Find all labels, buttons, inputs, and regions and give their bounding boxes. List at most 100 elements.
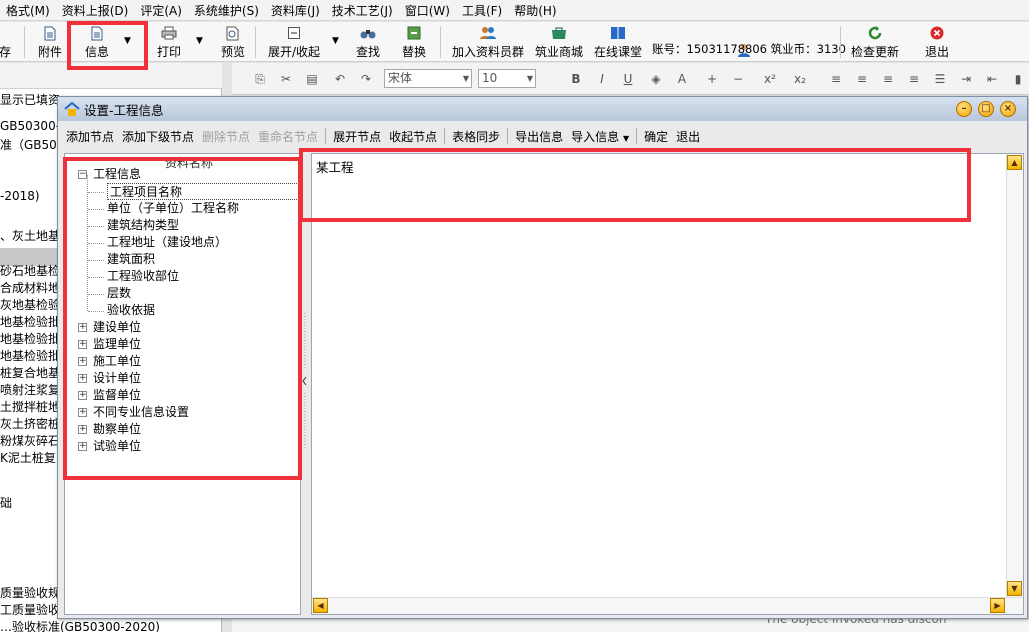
indent-icon[interactable]: ⇥ — [958, 71, 974, 87]
left-pane-row[interactable]: 准（GB5030 — [0, 136, 60, 153]
align-left-icon[interactable]: ≡ — [828, 71, 844, 87]
font-color-icon[interactable]: A — [674, 71, 690, 87]
expand-collapse-label: 展开/收起 — [267, 45, 321, 59]
more-icon[interactable]: ▮ — [1010, 71, 1026, 87]
left-pane-row[interactable]: GB50300- — [0, 119, 60, 133]
print-dropdown-icon[interactable]: ▼ — [196, 36, 203, 46]
superscript-icon[interactable]: x² — [762, 71, 778, 87]
confirm-button[interactable]: 确定 — [640, 128, 672, 145]
menu-report[interactable]: 资料上报(D) — [56, 2, 135, 19]
left-pane-row[interactable]: 础 — [0, 494, 60, 511]
expand-collapse-button[interactable]: 展开/收起 — [266, 24, 322, 60]
attach-button[interactable]: 附件 — [36, 24, 64, 60]
replace-button[interactable]: 替换 — [401, 24, 427, 60]
cut-icon[interactable]: ✂ — [278, 71, 294, 87]
delete-node-button[interactable]: 删除节点 — [198, 128, 254, 145]
justify-icon[interactable]: ≡ — [906, 71, 922, 87]
left-pane-row[interactable]: 地基检验批 — [0, 313, 60, 330]
vertical-scrollbar[interactable]: ▲ ▼ — [1006, 154, 1023, 597]
export-info-button[interactable]: 导出信息 — [511, 128, 567, 145]
left-pane-row[interactable]: -2018) — [0, 189, 60, 203]
save-button[interactable]: 存 — [0, 24, 11, 60]
zoom-out-icon[interactable]: − — [730, 71, 746, 87]
preview-label: 预览 — [220, 45, 245, 59]
underline-icon[interactable]: U — [620, 71, 636, 87]
bold-icon[interactable]: B — [568, 71, 584, 87]
horizontal-scrollbar[interactable]: ◀ ▶ — [312, 597, 1023, 614]
align-center-icon[interactable]: ≡ — [854, 71, 870, 87]
left-pane-row[interactable]: …验收标准(GB50300-2020) — [0, 618, 200, 632]
find-button[interactable]: 查找 — [355, 24, 381, 60]
left-pane-row[interactable]: 显示已填资 — [0, 91, 60, 108]
menu-library[interactable]: 资料库(J) — [265, 2, 326, 19]
left-pane-row[interactable]: 合成材料地 — [0, 279, 60, 296]
check-update-button[interactable]: 检查更新 — [850, 24, 900, 60]
rename-node-button[interactable]: 重命名节点 — [254, 128, 322, 145]
italic-icon[interactable]: I — [594, 71, 610, 87]
import-info-button[interactable]: 导入信息 ▼ — [567, 128, 633, 145]
menu-window[interactable]: 窗口(W) — [399, 2, 456, 19]
collapse-node-button[interactable]: 收起节点 — [385, 128, 441, 145]
add-node-button[interactable]: 添加节点 — [62, 128, 118, 145]
chevron-down-icon: ▼ — [622, 133, 630, 143]
left-pane-row[interactable]: 喷射注浆复 — [0, 381, 60, 398]
fill-color-icon[interactable]: ◈ — [648, 71, 664, 87]
online-class-button[interactable]: 在线课堂 — [593, 24, 643, 60]
mall-button[interactable]: 筑业商城 — [534, 24, 584, 60]
copy-icon[interactable]: ⎘ — [252, 71, 268, 87]
outdent-icon[interactable]: ⇤ — [984, 71, 1000, 87]
list-icon[interactable]: ☰ — [932, 71, 948, 87]
left-pane-row[interactable]: 工质量验收 — [0, 601, 60, 618]
left-pane-row[interactable]: 地基检验批 — [0, 347, 60, 364]
chevron-down-icon: ▼ — [462, 74, 469, 83]
menu-format[interactable]: 格式(M) — [0, 2, 56, 19]
add-child-node-button[interactable]: 添加下级节点 — [118, 128, 198, 145]
dialog-exit-button[interactable]: 退出 — [672, 128, 704, 145]
minimize-icon[interactable]: – — [956, 101, 972, 117]
left-pane-row[interactable]: 砂石地基检 — [0, 262, 60, 279]
left-pane-row[interactable]: 地基检验批 — [0, 330, 60, 347]
subscript-icon[interactable]: x₂ — [792, 71, 808, 87]
left-pane-row[interactable]: 粉煤灰碎石 — [0, 432, 60, 449]
left-pane-row[interactable]: 质量验收规 — [0, 584, 60, 601]
print-button[interactable]: 打印 — [156, 24, 182, 60]
undo-icon[interactable]: ↶ — [332, 71, 348, 87]
table-sync-button[interactable]: 表格同步 — [448, 128, 504, 145]
scroll-right-icon[interactable]: ▶ — [990, 598, 1005, 613]
left-pane-row[interactable]: K泥土桩复 — [0, 449, 60, 466]
close-icon[interactable]: × — [1000, 101, 1016, 117]
mall-label: 筑业商城 — [534, 45, 583, 59]
scroll-up-icon[interactable]: ▲ — [1007, 155, 1022, 170]
highlight-editor — [299, 148, 971, 222]
left-pane-row[interactable]: 灰地基检验 — [0, 296, 60, 313]
join-group-label: 加入资料员群 — [451, 45, 524, 59]
join-group-button[interactable]: 加入资料员群 — [451, 24, 525, 60]
menu-evaluate[interactable]: 评定(A) — [134, 2, 188, 19]
expand-node-button[interactable]: 展开节点 — [329, 128, 385, 145]
menu-help[interactable]: 帮助(H) — [508, 2, 562, 19]
toolbar-separator — [24, 26, 25, 58]
replace-label: 替换 — [401, 45, 426, 59]
scroll-down-icon[interactable]: ▼ — [1007, 581, 1022, 596]
expand-dropdown-icon[interactable]: ▼ — [332, 36, 339, 46]
node-value-editor[interactable]: 某工程 ▲ ▼ ◀ ▶ — [311, 153, 1024, 615]
font-select[interactable]: 宋体 ▼ — [384, 69, 472, 88]
left-pane-row[interactable]: 灰土挤密桩 — [0, 415, 60, 432]
left-pane-row[interactable]: 、灰土地基 — [0, 227, 60, 244]
zoom-in-icon[interactable]: + — [704, 71, 720, 87]
align-right-icon[interactable]: ≡ — [880, 71, 896, 87]
menu-tools[interactable]: 工具(F) — [456, 2, 508, 19]
menu-technique[interactable]: 技术工艺(J) — [326, 2, 399, 19]
preview-button[interactable]: 预览 — [220, 24, 246, 60]
scroll-left-icon[interactable]: ◀ — [313, 598, 328, 613]
maximize-icon[interactable]: □ — [978, 101, 994, 117]
left-pane-row[interactable]: 土搅拌桩地 — [0, 398, 60, 415]
panel-splitter[interactable] — [301, 153, 309, 615]
font-size-select[interactable]: 10 ▼ — [478, 69, 536, 88]
menu-system[interactable]: 系统维护(S) — [188, 2, 265, 19]
redo-icon[interactable]: ↷ — [358, 71, 374, 87]
paste-icon[interactable]: ▤ — [304, 71, 320, 87]
exit-button[interactable]: 退出 — [924, 24, 950, 60]
dialog-title-bar[interactable]: 设置-工程信息 – □ × — [58, 97, 1027, 121]
left-pane-row[interactable]: 桩复合地基 — [0, 364, 60, 381]
